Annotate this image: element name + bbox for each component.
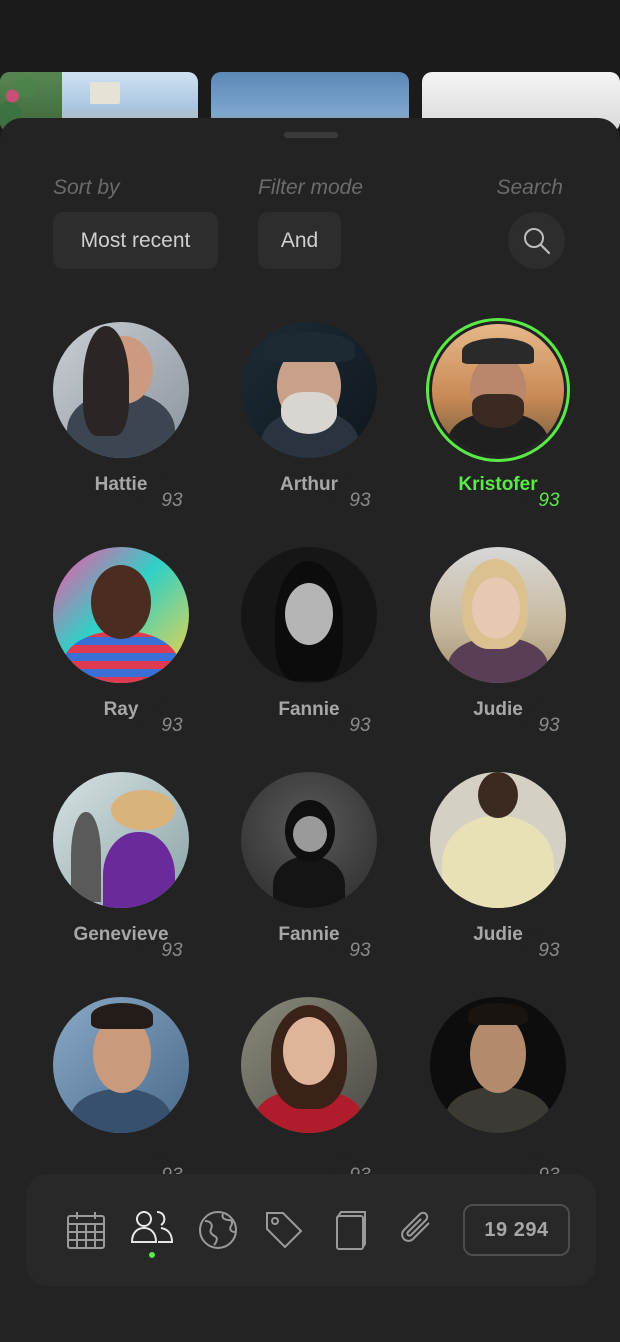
paperclip-icon	[401, 1211, 430, 1242]
nav-globe[interactable]	[196, 1208, 240, 1252]
filter-label: Filter mode	[258, 176, 364, 199]
avatar	[430, 772, 566, 908]
drag-handle[interactable]	[284, 132, 338, 138]
avatar	[53, 322, 189, 458]
avatar	[241, 322, 377, 458]
person-name: Fannie	[278, 924, 340, 945]
person-card[interactable]: 93 Fannie	[233, 772, 383, 972]
tag-icon	[266, 1212, 303, 1249]
nav-albums[interactable]	[328, 1208, 372, 1252]
person-card[interactable]: 93	[45, 997, 195, 1197]
search-button[interactable]	[508, 212, 565, 269]
book-icon	[336, 1211, 366, 1250]
person-name: Kristofer	[458, 474, 538, 495]
nav-people[interactable]	[130, 1204, 174, 1258]
person-name: Judie	[473, 924, 523, 945]
person-card[interactable]: 93 Fannie	[233, 547, 383, 747]
sort-label: Sort by	[53, 176, 120, 199]
active-indicator	[149, 1252, 155, 1258]
person-card[interactable]: 93 Genevieve	[45, 772, 195, 972]
person-name: Genevieve	[73, 924, 169, 945]
avatar	[432, 324, 564, 456]
filter-mode-button[interactable]: And	[258, 212, 341, 269]
person-card[interactable]: 93 Judie	[422, 772, 572, 972]
person-card[interactable]: 93 Ray	[45, 547, 195, 747]
person-card[interactable]: 93 Hattie	[45, 322, 195, 522]
person-card[interactable]: 93 Judie	[422, 547, 572, 747]
avatar	[53, 547, 189, 683]
person-card[interactable]: 93 Arthur	[233, 322, 383, 522]
photo-count[interactable]: 19 294	[463, 1204, 570, 1256]
person-card[interactable]: 93	[233, 997, 383, 1197]
nav-tags[interactable]	[262, 1208, 306, 1252]
avatar	[241, 772, 377, 908]
person-card-selected[interactable]: 93 Kristofer	[422, 318, 572, 522]
avatar	[53, 997, 189, 1133]
person-name: Hattie	[94, 474, 148, 495]
person-name: Ray	[103, 699, 139, 720]
avatar	[241, 997, 377, 1133]
person-card[interactable]: 93	[422, 997, 572, 1197]
avatar	[241, 547, 377, 683]
nav-attachments[interactable]	[394, 1208, 438, 1252]
nav-calendar[interactable]	[64, 1208, 108, 1252]
avatar	[430, 547, 566, 683]
search-icon	[523, 227, 550, 254]
search-label: Search	[496, 176, 563, 199]
person-name: Arthur	[279, 474, 339, 495]
bottom-navigation: 19 294	[26, 1174, 596, 1286]
calendar-icon	[67, 1212, 105, 1249]
globe-icon	[199, 1211, 237, 1249]
people-sheet: Sort by Filter mode Search Most recent A…	[0, 118, 620, 1342]
person-name: Judie	[473, 699, 523, 720]
people-icon	[130, 1210, 174, 1243]
sort-dropdown[interactable]: Most recent	[53, 212, 218, 269]
avatar	[53, 772, 189, 908]
person-name: Fannie	[278, 699, 340, 720]
avatar	[430, 997, 566, 1133]
